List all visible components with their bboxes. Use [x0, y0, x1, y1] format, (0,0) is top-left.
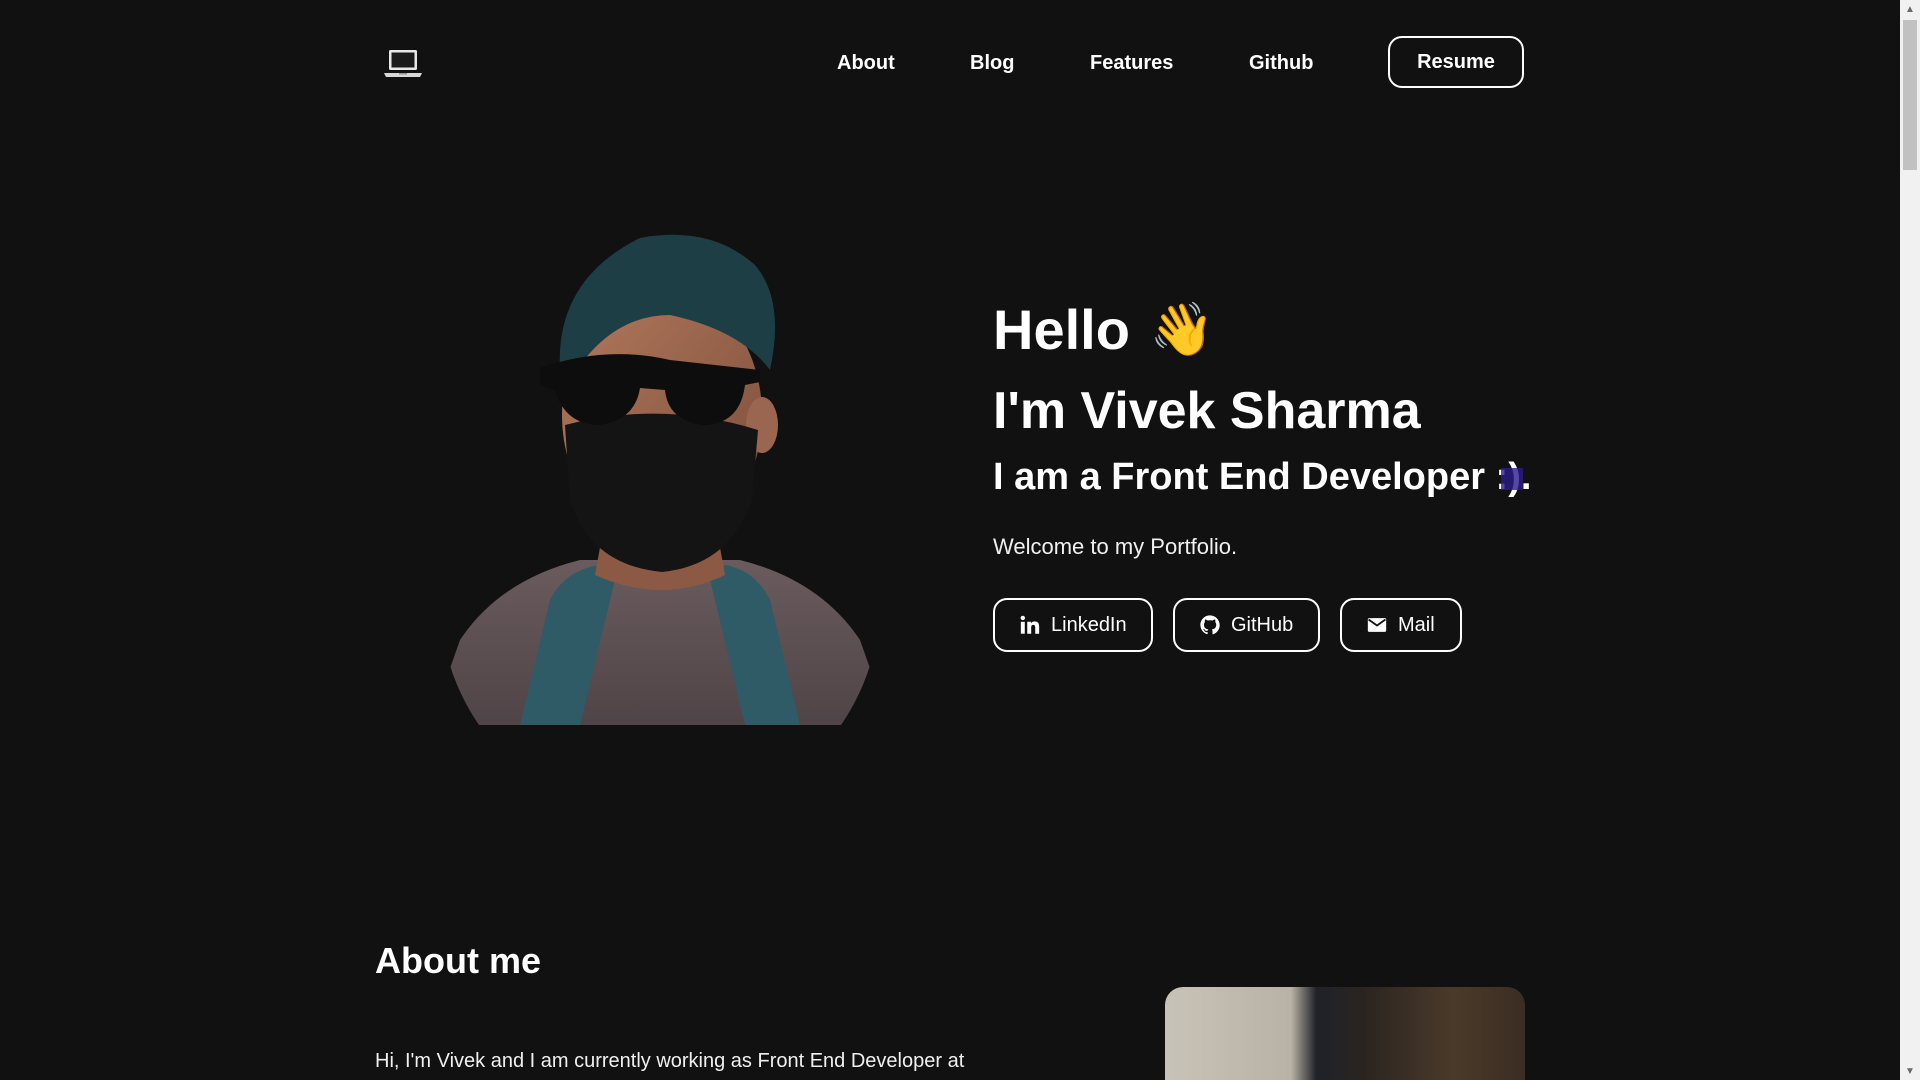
github-icon	[1200, 615, 1220, 635]
greeting-text: Hello	[993, 298, 1130, 361]
role-text: I am a Front End Developer :).	[993, 456, 1532, 498]
scroll-up-arrow-icon[interactable]: ▲	[1900, 0, 1920, 18]
wave-icon: 👋	[1149, 301, 1215, 359]
nav-blog-link[interactable]: Blog	[970, 52, 1014, 75]
nav-features-link[interactable]: Features	[1090, 52, 1173, 75]
name-heading: I'm Vivek Sharma	[993, 382, 1421, 440]
linkedin-icon	[1020, 615, 1040, 634]
scrollbar-thumb[interactable]	[1903, 20, 1917, 170]
about-heading: About me	[375, 940, 541, 981]
scroll-down-arrow-icon[interactable]: ▼	[1900, 1062, 1920, 1080]
about-photo	[1165, 987, 1525, 1080]
nav-github-link[interactable]: Github	[1249, 52, 1313, 75]
mail-icon	[1367, 618, 1387, 632]
role-heading: I am a Front End Developer :).	[993, 450, 1553, 504]
nav-about-link[interactable]: About	[837, 52, 895, 75]
linkedin-button[interactable]: LinkedIn	[993, 598, 1153, 652]
welcome-text: Welcome to my Portfolio.	[993, 534, 1238, 559]
about-paragraph: Hi, I'm Vivek and I am currently working…	[375, 1050, 965, 1072]
resume-button[interactable]: Resume	[1388, 36, 1524, 88]
profile-photo	[440, 234, 880, 725]
page-scrollbar[interactable]: ▲ ▼	[1900, 0, 1920, 1080]
hero-text: Hello 👋 I'm Vivek Sharma I am a Front En…	[993, 290, 1553, 652]
portfolio-page: About Blog Features Github Resume Hello …	[0, 0, 1920, 1080]
mail-button[interactable]: Mail	[1340, 598, 1462, 652]
linkedin-label: LinkedIn	[1051, 613, 1127, 636]
greeting-heading: Hello 👋	[993, 290, 1553, 370]
laptop-icon[interactable]	[383, 48, 423, 80]
social-links: LinkedIn GitHub Mail	[993, 598, 1553, 652]
text-cursor	[1501, 467, 1524, 490]
github-label: GitHub	[1231, 613, 1294, 636]
github-button[interactable]: GitHub	[1173, 598, 1320, 652]
mail-label: Mail	[1398, 613, 1435, 636]
